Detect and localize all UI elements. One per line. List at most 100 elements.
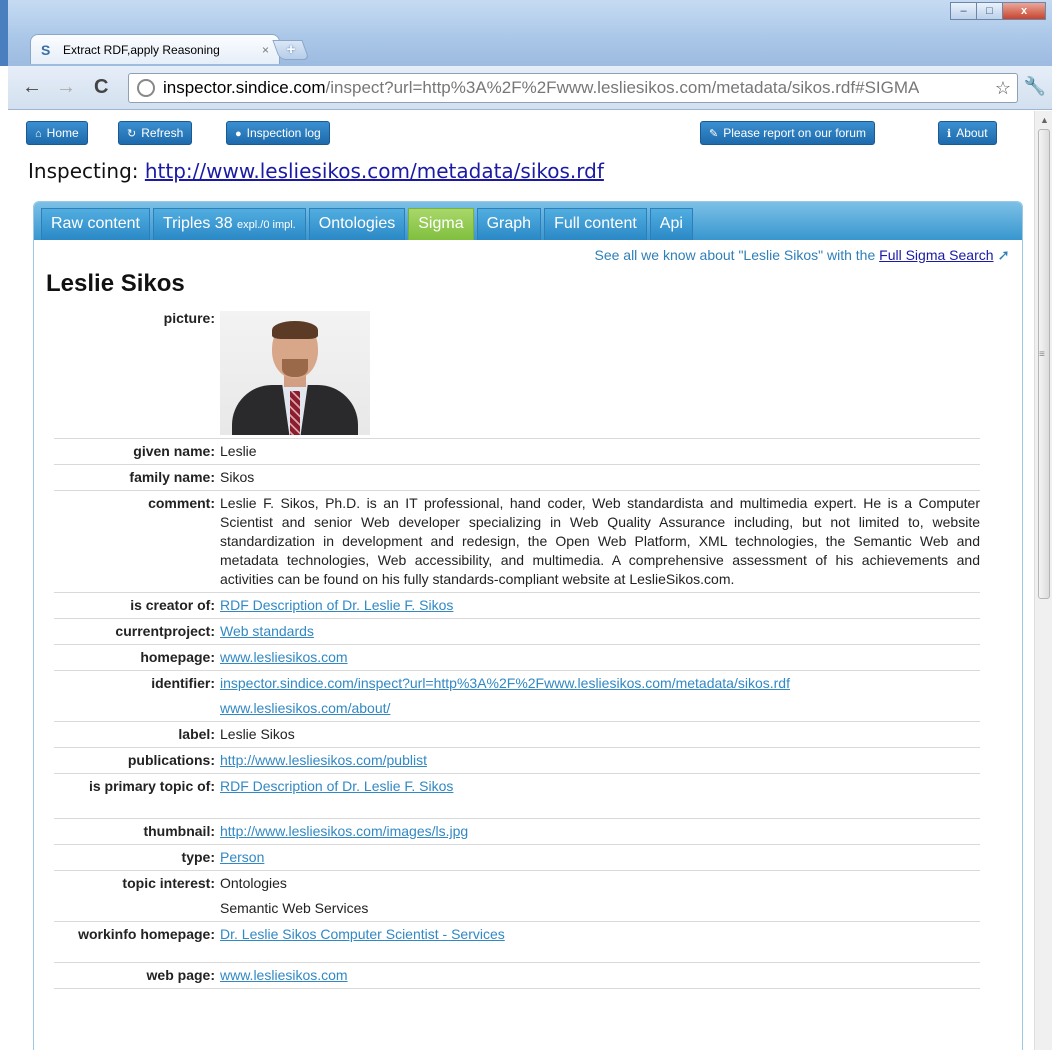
identifier-link-1[interactable]: inspector.sindice.com/inspect?url=http%3…	[220, 674, 980, 693]
prop-row-label: label: Leslie Sikos	[54, 722, 980, 748]
prop-row-is-creator-of: is creator of: RDF Description of Dr. Le…	[54, 593, 980, 619]
prop-value: RDF Description of Dr. Leslie F. Sikos	[220, 777, 980, 796]
wrench-menu-icon[interactable]: 🔧	[1024, 76, 1046, 97]
scrollbar-grip-icon: ≡	[1039, 349, 1045, 360]
person-title: Leslie Sikos	[46, 270, 185, 297]
prop-value: Leslie F. Sikos, Ph.D. is an IT professi…	[220, 495, 980, 587]
reload-icon[interactable]: C	[94, 76, 108, 98]
prop-label: identifier:	[151, 675, 215, 691]
prop-label: family name:	[129, 469, 215, 485]
tab-raw-content[interactable]: Raw content	[41, 208, 150, 240]
prop-label: web page:	[146, 967, 215, 983]
globe-icon	[137, 79, 155, 97]
thumbnail-link[interactable]: http://www.lesliesikos.com/images/ls.jpg	[220, 823, 468, 839]
inspecting-heading: Inspecting: http://www.lesliesikos.com/m…	[28, 159, 604, 183]
refresh-label: Refresh	[141, 126, 184, 140]
maximize-button[interactable]: □	[976, 2, 1003, 20]
prop-label: type:	[181, 849, 215, 865]
property-table: picture: given name: Leslie family name:…	[54, 306, 980, 989]
inspection-log-button[interactable]: ● Inspection log	[226, 121, 330, 145]
forum-label: Please report on our forum	[723, 126, 866, 140]
plus-icon: +	[286, 41, 296, 58]
triples-expl: expl./0 impl.	[237, 219, 296, 231]
prop-value: RDF Description of Dr. Leslie F. Sikos	[220, 596, 980, 615]
profile-photo[interactable]	[220, 311, 370, 435]
prop-row-currentproject: currentproject: Web standards	[54, 619, 980, 645]
tab-ontologies[interactable]: Ontologies	[308, 208, 406, 240]
browser-tab[interactable]: S Extract RDF,apply Reasoning ×	[30, 34, 280, 64]
prop-value	[220, 309, 980, 435]
external-arrow-icon: ➚	[997, 247, 1010, 264]
tab-close-icon[interactable]: ×	[262, 43, 269, 57]
scrollbar-thumb[interactable]	[1038, 129, 1050, 599]
publications-link[interactable]: http://www.lesliesikos.com/publist	[220, 752, 427, 768]
prop-row-web-page: web page: www.lesliesikos.com	[54, 963, 980, 989]
clock-icon: ●	[235, 128, 242, 140]
prop-value: www.lesliesikos.com	[220, 966, 980, 985]
prop-row-homepage: homepage: www.lesliesikos.com	[54, 645, 980, 671]
vertical-scrollbar[interactable]: ▲ ≡	[1034, 111, 1052, 1050]
home-button[interactable]: ⌂ Home	[26, 121, 88, 145]
prop-value: Web standards	[220, 622, 980, 641]
prop-row-publications: publications: http://www.lesliesikos.com…	[54, 748, 980, 774]
prop-label: is creator of:	[130, 597, 215, 613]
back-arrow-icon[interactable]: ←	[22, 76, 42, 98]
prop-label: thumbnail:	[143, 823, 215, 839]
prop-row-primary-topic: is primary topic of: RDF Description of …	[54, 774, 980, 819]
minimize-button[interactable]: –	[950, 2, 977, 20]
type-link[interactable]: Person	[220, 849, 264, 865]
prop-row-family-name: family name: Sikos	[54, 465, 980, 491]
prop-value: http://www.lesliesikos.com/publist	[220, 751, 980, 770]
about-label: About	[956, 126, 988, 140]
prop-label: label:	[178, 726, 215, 742]
close-window-button[interactable]: x	[1002, 2, 1046, 20]
creator-link[interactable]: RDF Description of Dr. Leslie F. Sikos	[220, 597, 453, 613]
bookmark-star-icon[interactable]: ☆	[995, 78, 1011, 99]
inspected-url-link[interactable]: http://www.lesliesikos.com/metadata/siko…	[145, 159, 604, 183]
tab-title: Extract RDF,apply Reasoning	[63, 42, 220, 57]
inspecting-label: Inspecting:	[28, 159, 139, 183]
tab-graph[interactable]: Graph	[476, 208, 542, 240]
url-path: /inspect?url=http%3A%2F%2Fwww.lesliesiko…	[325, 78, 920, 97]
workinfo-link[interactable]: Dr. Leslie Sikos Computer Scientist - Se…	[220, 926, 505, 942]
prop-row-topic-interest: topic interest: Ontologies Semantic Web …	[54, 871, 980, 922]
refresh-button[interactable]: ↻ Refresh	[118, 121, 193, 145]
prop-label: picture:	[163, 310, 215, 326]
prop-label: is primary topic of:	[88, 778, 215, 794]
topic-interest-item: Ontologies	[220, 875, 287, 891]
prop-label: topic interest:	[122, 875, 215, 891]
prop-value: Dr. Leslie Sikos Computer Scientist - Se…	[220, 925, 980, 944]
tab-full-content[interactable]: Full content	[544, 208, 647, 240]
tab-api[interactable]: Api	[649, 208, 693, 240]
tab-triples[interactable]: Triples 38 expl./0 impl.	[152, 208, 306, 240]
about-button[interactable]: ℹ About	[938, 121, 997, 145]
forward-arrow-icon[interactable]: →	[56, 76, 76, 98]
prop-value: Ontologies Semantic Web Services	[220, 874, 980, 918]
full-sigma-search-link[interactable]: Full Sigma Search	[879, 247, 993, 263]
scroll-up-arrow-icon[interactable]: ▲	[1040, 115, 1049, 125]
prop-value: Leslie	[220, 443, 257, 459]
prop-value: Person	[220, 848, 980, 867]
prop-label: currentproject:	[115, 623, 215, 639]
address-bar[interactable]: inspector.sindice.com /inspect?url=http%…	[128, 73, 1018, 103]
prop-label: comment:	[148, 495, 215, 511]
currentproject-link[interactable]: Web standards	[220, 623, 314, 639]
wrench-icon: ✎	[709, 128, 719, 140]
identifier-link-2[interactable]: www.lesliesikos.com/about/	[220, 699, 980, 718]
sigma-search-note: See all we know about "Leslie Sikos" wit…	[594, 246, 1010, 264]
new-tab-button[interactable]: +	[272, 40, 310, 60]
sigma-note-text: See all we know about "Leslie Sikos" wit…	[594, 247, 880, 263]
topic-interest-item: Semantic Web Services	[220, 900, 369, 916]
info-icon: ℹ	[947, 128, 952, 140]
web-page-link[interactable]: www.lesliesikos.com	[220, 967, 348, 983]
prop-value: http://www.lesliesikos.com/images/ls.jpg	[220, 822, 980, 841]
tab-sigma[interactable]: Sigma	[408, 208, 474, 240]
prop-row-given-name: given name: Leslie	[54, 439, 980, 465]
homepage-link[interactable]: www.lesliesikos.com	[220, 649, 348, 665]
forum-button[interactable]: ✎ Please report on our forum	[700, 121, 875, 145]
browser-titlebar: S Extract RDF,apply Reasoning × + – □ x	[0, 0, 1052, 66]
view-tabs: Raw content Triples 38 expl./0 impl. Ont…	[34, 202, 1022, 240]
prop-label: workinfo homepage:	[78, 926, 215, 942]
primary-topic-link[interactable]: RDF Description of Dr. Leslie F. Sikos	[220, 778, 453, 794]
home-icon: ⌂	[35, 128, 42, 140]
